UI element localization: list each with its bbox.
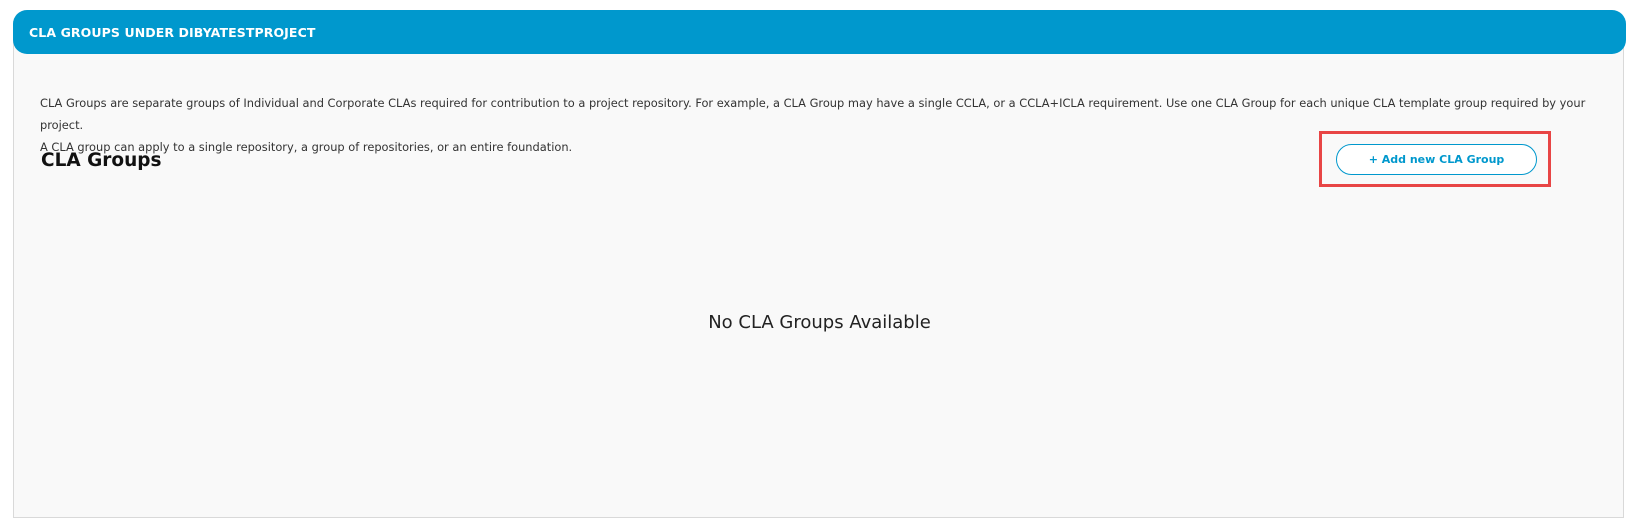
description-line-1: CLA Groups are separate groups of Indivi… [40,96,1586,132]
add-new-cla-group-button[interactable]: + Add new CLA Group [1336,144,1537,175]
cla-groups-panel: CLA GROUPS UNDER DIBYATESTPROJECT CLA Gr… [13,10,1626,518]
section-title: CLA Groups [41,150,162,171]
panel-title: CLA GROUPS UNDER DIBYATESTPROJECT [29,24,316,40]
empty-state-message: No CLA Groups Available [708,312,931,333]
panel-header: CLA GROUPS UNDER DIBYATESTPROJECT [13,10,1626,54]
